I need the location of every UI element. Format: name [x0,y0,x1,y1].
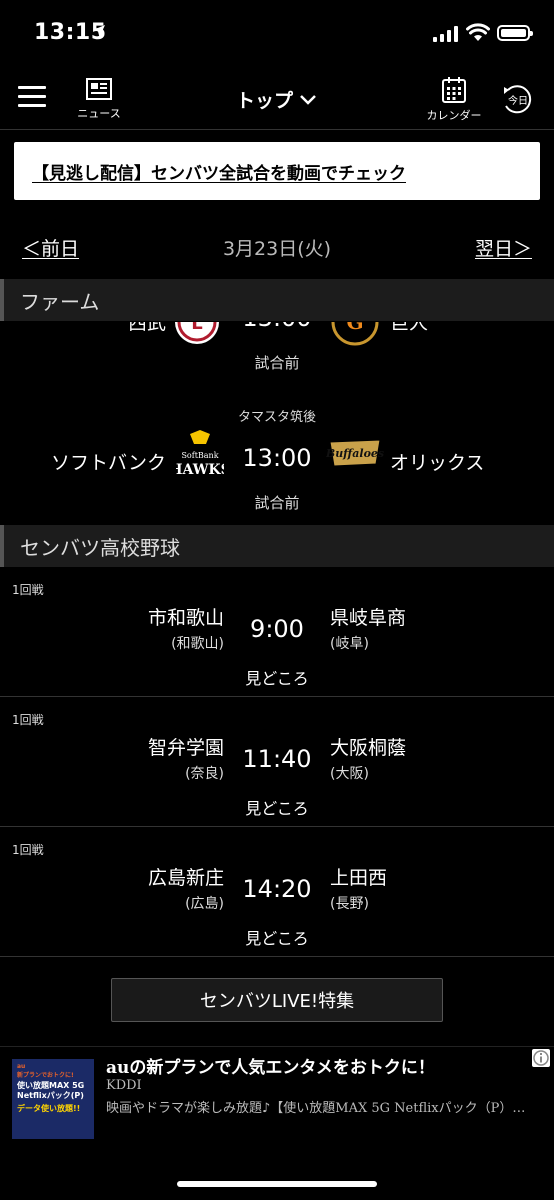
giants-logo: G [331,322,379,346]
today-label: 今日 [508,94,528,107]
next-day-link[interactable]: 翌日＞ [475,234,532,261]
battery-icon [497,25,533,41]
ad-thumb-brand: au [17,1063,26,1070]
round-label: 1回戦 [12,713,44,727]
farm-section-header: ファーム [0,279,554,321]
game-time: 13:00 [0,322,554,332]
cellular-signal-icon [433,26,458,42]
chevron-down-icon [300,94,316,105]
away-team: 巨人 [390,322,429,334]
home-school: 広島新庄 [147,867,224,889]
round-label: 1回戦 [12,843,44,857]
svg-text:Buffaloes: Buffaloes [326,447,384,460]
home-team: ソフトバンク [51,452,166,474]
game-status: 試合前 [254,494,300,512]
calendar-label: カレンダー [426,109,482,122]
farm-game-row[interactable]: タマスタ筑後 ソフトバンク SoftBank HAWKS 13:00 Buffa… [0,402,554,517]
status-bar: 13:15 [0,0,554,66]
farm-game-row[interactable]: 西武 L 13:00 G 巨人 試合前 [0,322,554,395]
page-title: トップ [236,90,294,112]
farm-games-list: 西武 L 13:00 G 巨人 試合前 タマスタ筑後 ソフトバンク SoftBa… [0,322,554,525]
round-label: 1回戦 [12,583,44,597]
senbatsu-game-row[interactable]: 1回戦 広島新庄 (広島) 14:20 上田西 (長野) 見どころ [0,827,554,957]
home-indicator[interactable] [177,1181,377,1187]
date-navigation: ＜前日 3月23日(火) 翌日＞ [0,226,554,266]
adchoices-icon[interactable] [532,1049,550,1067]
svg-text:SoftBank: SoftBank [181,451,218,460]
senbatsu-game-row[interactable]: 1回戦 市和歌山 (和歌山) 9:00 県岐阜商 (岐阜) 見どころ [0,567,554,697]
ad-description: 映画やドラマが楽しみ放題♪【使い放題MAX 5G Netflixパック（P）… [106,1101,526,1116]
away-school: 県岐阜商 [330,607,407,629]
svg-text:HAWKS: HAWKS [176,462,224,478]
news-button[interactable]: ニュース [76,78,122,121]
current-date: 3月23日(火) [222,238,332,260]
calendar-button[interactable]: カレンダー [424,76,484,123]
home-prefecture: (広島) [185,896,224,912]
away-prefecture: (岐阜) [330,636,369,652]
away-school: 上田西 [330,867,388,889]
banner-link[interactable]: 【見逃し配信】センバツ全試合を動画でチェック [32,159,406,184]
previous-day-link[interactable]: ＜前日 [22,234,79,261]
senbatsu-section-header: センバツ高校野球 [0,525,554,567]
senbatsu-header-label: センバツ高校野球 [20,535,180,560]
home-school: 智弁学園 [147,737,224,759]
farm-header-label: ファーム [20,289,100,314]
game-time: 9:00 [250,615,304,643]
newspaper-icon [86,78,112,100]
venue-label: タマスタ筑後 [237,410,316,425]
location-arrow-icon [93,25,105,37]
home-school: 市和歌山 [147,607,224,629]
lions-logo: L [175,322,219,344]
game-time: 11:40 [242,745,312,773]
away-school: 大阪桐蔭 [330,737,407,759]
away-prefecture: (長野) [330,896,369,912]
today-button[interactable]: 今日 [500,84,534,116]
ad-thumb-line1: 新プランでおトクに! [17,1072,74,1079]
news-label: ニュース [77,107,121,120]
highlights-link[interactable]: 見どころ [0,665,554,689]
top-dropdown[interactable]: トップ [236,86,317,113]
ad-headline: auの新プランで人気エンタメをおトクに！ [106,1058,435,1078]
svg-text:G: G [346,322,363,334]
hawks-logo: SoftBank HAWKS [176,430,224,478]
hamburger-menu-icon[interactable] [18,86,46,108]
home-prefecture: (和歌山) [171,636,224,652]
ad-sponsor: KDDI [106,1078,142,1093]
calendar-icon [442,77,466,103]
highlights-link[interactable]: 見どころ [0,795,554,819]
ad-thumbnail: au 新プランでおトクに! 使い放題MAX 5G Netflixパック(P) デ… [12,1059,94,1139]
home-prefecture: (奈良) [185,766,224,782]
away-prefecture: (大阪) [330,766,369,782]
away-team: オリックス [390,452,485,474]
wifi-icon [466,23,490,41]
game-status: 試合前 [254,354,300,372]
highlights-link[interactable]: 見どころ [0,925,554,949]
game-time: 14:20 [242,875,312,903]
ad-thumb-line3: データ使い放題!! [17,1104,81,1113]
ad-thumb-line2: 使い放題MAX 5G Netflixパック(P) [17,1081,85,1100]
senbatsu-live-button[interactable]: センバツLIVE!特集 [111,978,443,1022]
svg-text:L: L [191,322,202,334]
ad-banner[interactable]: au 新プランでおトクに! 使い放題MAX 5G Netflixパック(P) デ… [0,1046,554,1156]
senbatsu-game-row[interactable]: 1回戦 智弁学園 (奈良) 11:40 大阪桐蔭 (大阪) 見どころ [0,697,554,827]
top-navigation-bar: ニュース トップ カレンダー 今日 [0,66,554,130]
home-team: 西武 [127,322,166,334]
buffaloes-logo: Buffaloes [326,439,384,467]
missed-stream-banner[interactable]: 【見逃し配信】センバツ全試合を動画でチェック [14,142,540,200]
